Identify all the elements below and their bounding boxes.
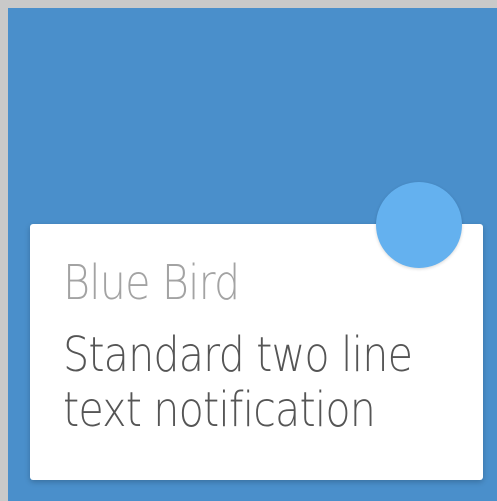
watch-screen: Blue Bird Standard two line text notific… (8, 8, 497, 501)
watch-frame: Blue Bird Standard two line text notific… (0, 0, 497, 501)
notification-body: Standard two line text notification (63, 327, 413, 438)
notification-title: Blue Bird (63, 255, 240, 311)
notification-body-line-1: Standard two line (63, 327, 413, 383)
app-icon (376, 182, 462, 268)
notification-body-line-2: text notification (63, 382, 376, 438)
